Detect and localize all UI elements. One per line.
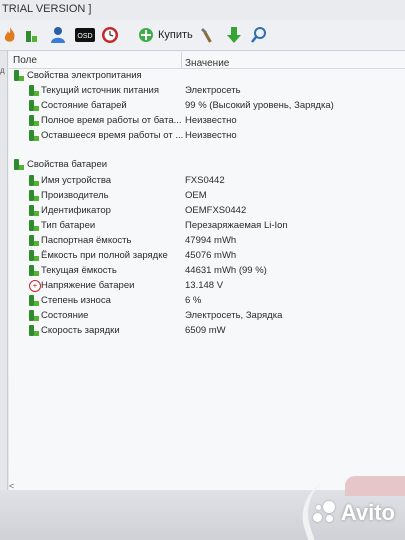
battery-icon — [29, 265, 40, 277]
avito-logo-text: Avito — [340, 500, 395, 525]
osd-icon[interactable]: OSD — [75, 25, 95, 45]
list-item[interactable]: Имя устройства FXS0442 — [9, 174, 405, 188]
battery-icon[interactable] — [22, 25, 42, 45]
tools-icon[interactable] — [198, 25, 218, 45]
column-divider[interactable] — [181, 52, 182, 68]
left-tab-marker: д — [0, 66, 5, 75]
person-icon[interactable] — [48, 25, 68, 45]
avito-watermark: Avito — [312, 500, 395, 526]
list-item[interactable]: Идентификатор OEMFXS0442 — [9, 204, 405, 218]
list-item[interactable]: Текущая ёмкость 44631 mWh (99 %) — [9, 264, 405, 278]
list-item[interactable]: Состояние батарей 99 % (Высокий уровень,… — [9, 99, 405, 113]
list-item[interactable]: Текущий источник питания Электросеть — [9, 84, 405, 98]
list-item[interactable]: Производитель OEM — [9, 189, 405, 203]
battery-icon — [29, 190, 40, 202]
left-tree-strip — [0, 51, 8, 491]
list-item[interactable]: Скорость зарядки 6509 mW — [9, 324, 405, 338]
section-power[interactable]: Свойства электропитания — [9, 69, 405, 83]
battery-icon — [29, 310, 40, 322]
battery-icon — [29, 220, 40, 232]
battery-icon — [29, 235, 40, 247]
battery-section-icon — [14, 70, 25, 82]
battery-icon — [29, 85, 40, 97]
battery-icon — [29, 175, 40, 187]
battery-icon — [29, 250, 40, 262]
voltage-icon: + — [29, 280, 41, 292]
screen: TRIAL VERSION ] OSD Купить д Поле Значен… — [0, 0, 405, 540]
battery-section-icon — [14, 159, 25, 171]
list-item[interactable]: Состояние Электросеть, Зарядка — [9, 309, 405, 323]
section-battery[interactable]: Свойства батареи — [9, 158, 405, 172]
list-item[interactable]: Ёмкость при полной зарядке 45076 mWh — [9, 249, 405, 263]
list-item[interactable]: Степень износа 6 % — [9, 294, 405, 308]
section-power-title: Свойства электропитания — [27, 70, 142, 81]
battery-icon — [29, 295, 40, 307]
column-header-value[interactable]: Значение — [185, 58, 229, 69]
list-item[interactable]: Паспортная ёмкость 47994 mWh — [9, 234, 405, 248]
download-arrow-icon[interactable] — [224, 25, 244, 45]
battery-icon — [29, 130, 40, 142]
toolbar: OSD Купить — [0, 20, 405, 51]
buy-button[interactable]: Купить — [138, 26, 193, 44]
clock-icon[interactable] — [100, 25, 120, 45]
plus-icon — [139, 28, 153, 42]
column-header-field[interactable]: Поле — [13, 55, 37, 66]
flame-icon[interactable] — [0, 25, 20, 45]
battery-icon — [29, 205, 40, 217]
search-icon[interactable] — [249, 25, 269, 45]
window-titlebar: TRIAL VERSION ] — [0, 0, 405, 21]
properties-panel: Поле Значение Свойства электропитания Те… — [9, 52, 405, 490]
avito-logo-icon — [312, 501, 337, 525]
list-item[interactable]: Тип батареи Перезаряжаемая Li-Ion — [9, 219, 405, 233]
svg-text:OSD: OSD — [77, 33, 92, 40]
list-item[interactable]: + Напряжение батареи 13.148 V — [9, 279, 405, 293]
battery-icon — [29, 115, 40, 127]
section-battery-title: Свойства батареи — [27, 159, 108, 170]
list-item[interactable]: Оставшееся время работы от ... Неизвестн… — [9, 129, 405, 143]
battery-icon — [29, 100, 40, 112]
list-header: Поле Значение — [9, 52, 405, 69]
buy-label: Купить — [158, 29, 193, 41]
window-title: TRIAL VERSION ] — [2, 3, 92, 15]
battery-icon — [29, 325, 40, 337]
list-item[interactable]: Полное время работы от бата... Неизвестн… — [9, 114, 405, 128]
